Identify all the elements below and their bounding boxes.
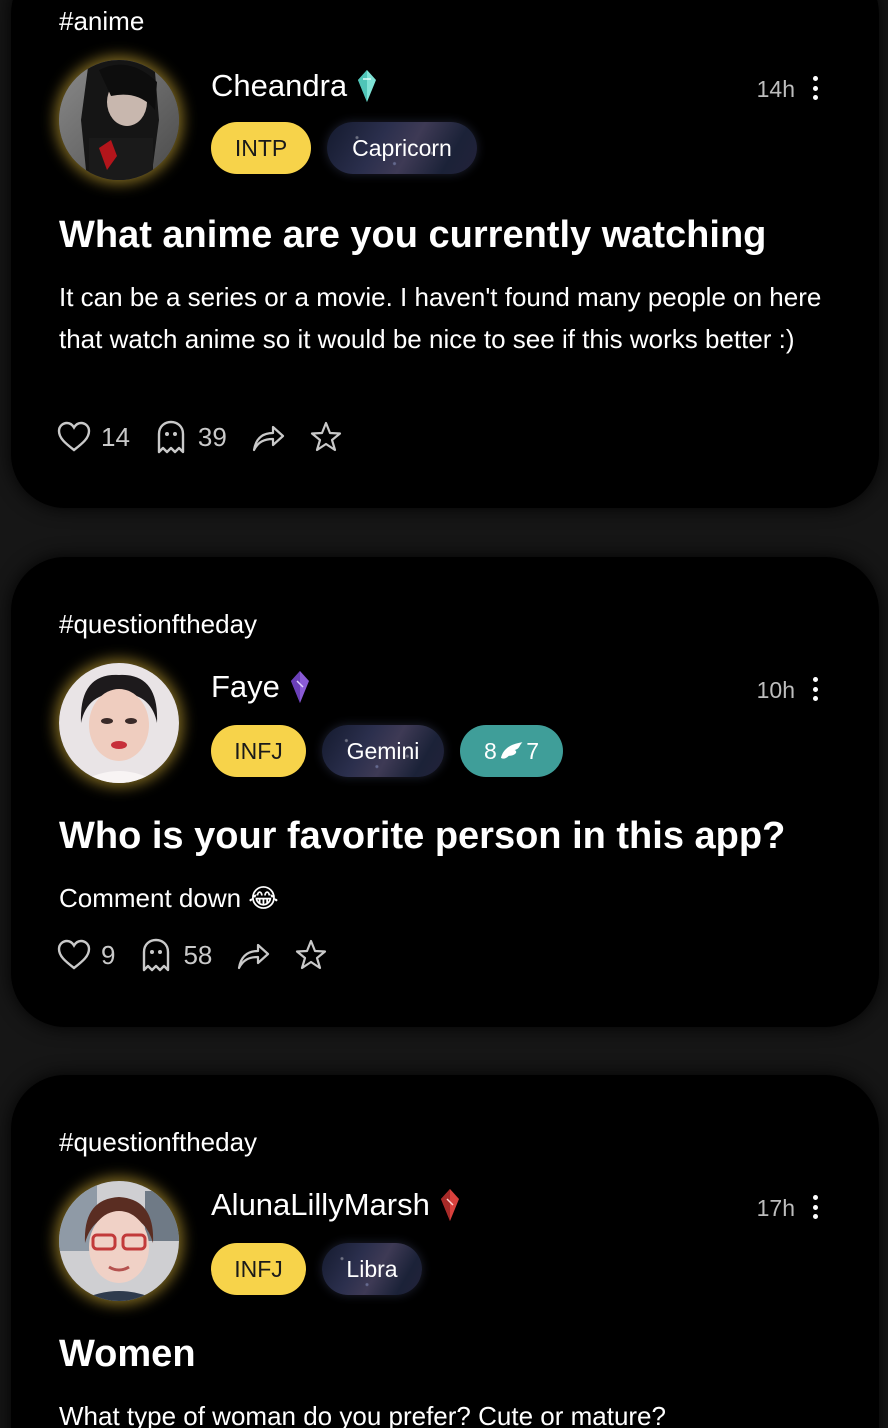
- username-text: Faye: [211, 669, 280, 704]
- heart-outline-icon[interactable]: [57, 938, 91, 972]
- post-feed: #anime Cheandra 14h INTP Capricorn What …: [0, 0, 888, 1428]
- username[interactable]: AlunaLillyMarsh: [211, 1187, 460, 1223]
- crystal-icon: [290, 671, 309, 703]
- avatar[interactable]: [59, 60, 179, 180]
- post-title[interactable]: What anime are you currently watching: [59, 214, 839, 257]
- heart-outline-icon[interactable]: [57, 420, 91, 454]
- avatar-image: [59, 1181, 179, 1301]
- post-hashtag[interactable]: #questionftheday: [59, 1127, 257, 1158]
- crystal-icon: [440, 1189, 459, 1221]
- zodiac-badge[interactable]: Gemini: [322, 725, 444, 777]
- post-time: 17h: [756, 1195, 795, 1221]
- avatar[interactable]: [59, 1181, 179, 1301]
- more-vertical-icon[interactable]: [803, 1193, 827, 1221]
- post-actions: 9 58: [57, 938, 328, 972]
- comment-count: 39: [197, 421, 227, 452]
- avatar-image: [59, 663, 179, 783]
- share-arrow-icon[interactable]: [236, 938, 270, 972]
- like-count: 9: [101, 939, 116, 970]
- match-badge[interactable]: 8 7: [460, 725, 563, 777]
- post-card[interactable]: #questionftheday Faye 10h INFJ Gemini 8 …: [11, 557, 879, 1027]
- ghost-icon[interactable]: [154, 420, 188, 454]
- star-icon[interactable]: [309, 420, 343, 454]
- post-actions: 14 39: [57, 420, 343, 454]
- match-left: 8: [484, 737, 497, 764]
- zodiac-badge[interactable]: Libra: [322, 1243, 422, 1295]
- badge-row: INFJ Gemini 8 7: [211, 725, 563, 777]
- post-title[interactable]: Who is your favorite person in this app?: [59, 815, 839, 858]
- more-vertical-icon[interactable]: [803, 74, 827, 102]
- crystal-icon: [358, 70, 377, 102]
- mbti-badge[interactable]: INFJ: [211, 1243, 306, 1295]
- more-vertical-icon[interactable]: [803, 675, 827, 703]
- badge-row: INTP Capricorn: [211, 122, 477, 174]
- post-title[interactable]: Women: [59, 1333, 839, 1376]
- ghost-icon[interactable]: [139, 938, 173, 972]
- avatar-image: [59, 60, 179, 180]
- share-arrow-icon[interactable]: [251, 420, 285, 454]
- post-hashtag[interactable]: #questionftheday: [59, 609, 257, 640]
- wings-icon: [500, 742, 523, 759]
- badge-row: INFJ Libra: [211, 1243, 422, 1295]
- star-icon[interactable]: [294, 938, 328, 972]
- zodiac-badge[interactable]: Capricorn: [327, 122, 477, 174]
- post-time: 10h: [756, 677, 795, 703]
- post-body[interactable]: Comment down 😂: [59, 877, 823, 919]
- post-hashtag[interactable]: #anime: [59, 6, 144, 37]
- post-card[interactable]: #questionftheday AlunaLillyMarsh 17h INF…: [11, 1075, 879, 1428]
- post-time: 14h: [756, 76, 795, 102]
- post-card[interactable]: #anime Cheandra 14h INTP Capricorn What …: [11, 0, 879, 508]
- post-body[interactable]: What type of woman do you prefer? Cute o…: [59, 1395, 823, 1428]
- comment-count: 58: [183, 939, 213, 970]
- username[interactable]: Cheandra: [211, 68, 377, 104]
- mbti-badge[interactable]: INFJ: [211, 725, 306, 777]
- like-count: 14: [101, 421, 130, 452]
- username-text: Cheandra: [211, 68, 348, 103]
- username[interactable]: Faye: [211, 669, 310, 705]
- mbti-badge[interactable]: INTP: [211, 122, 311, 174]
- username-text: AlunaLillyMarsh: [211, 1187, 430, 1222]
- post-body[interactable]: It can be a series or a movie. I haven't…: [59, 276, 823, 360]
- avatar[interactable]: [59, 663, 179, 783]
- match-right: 7: [526, 737, 539, 764]
